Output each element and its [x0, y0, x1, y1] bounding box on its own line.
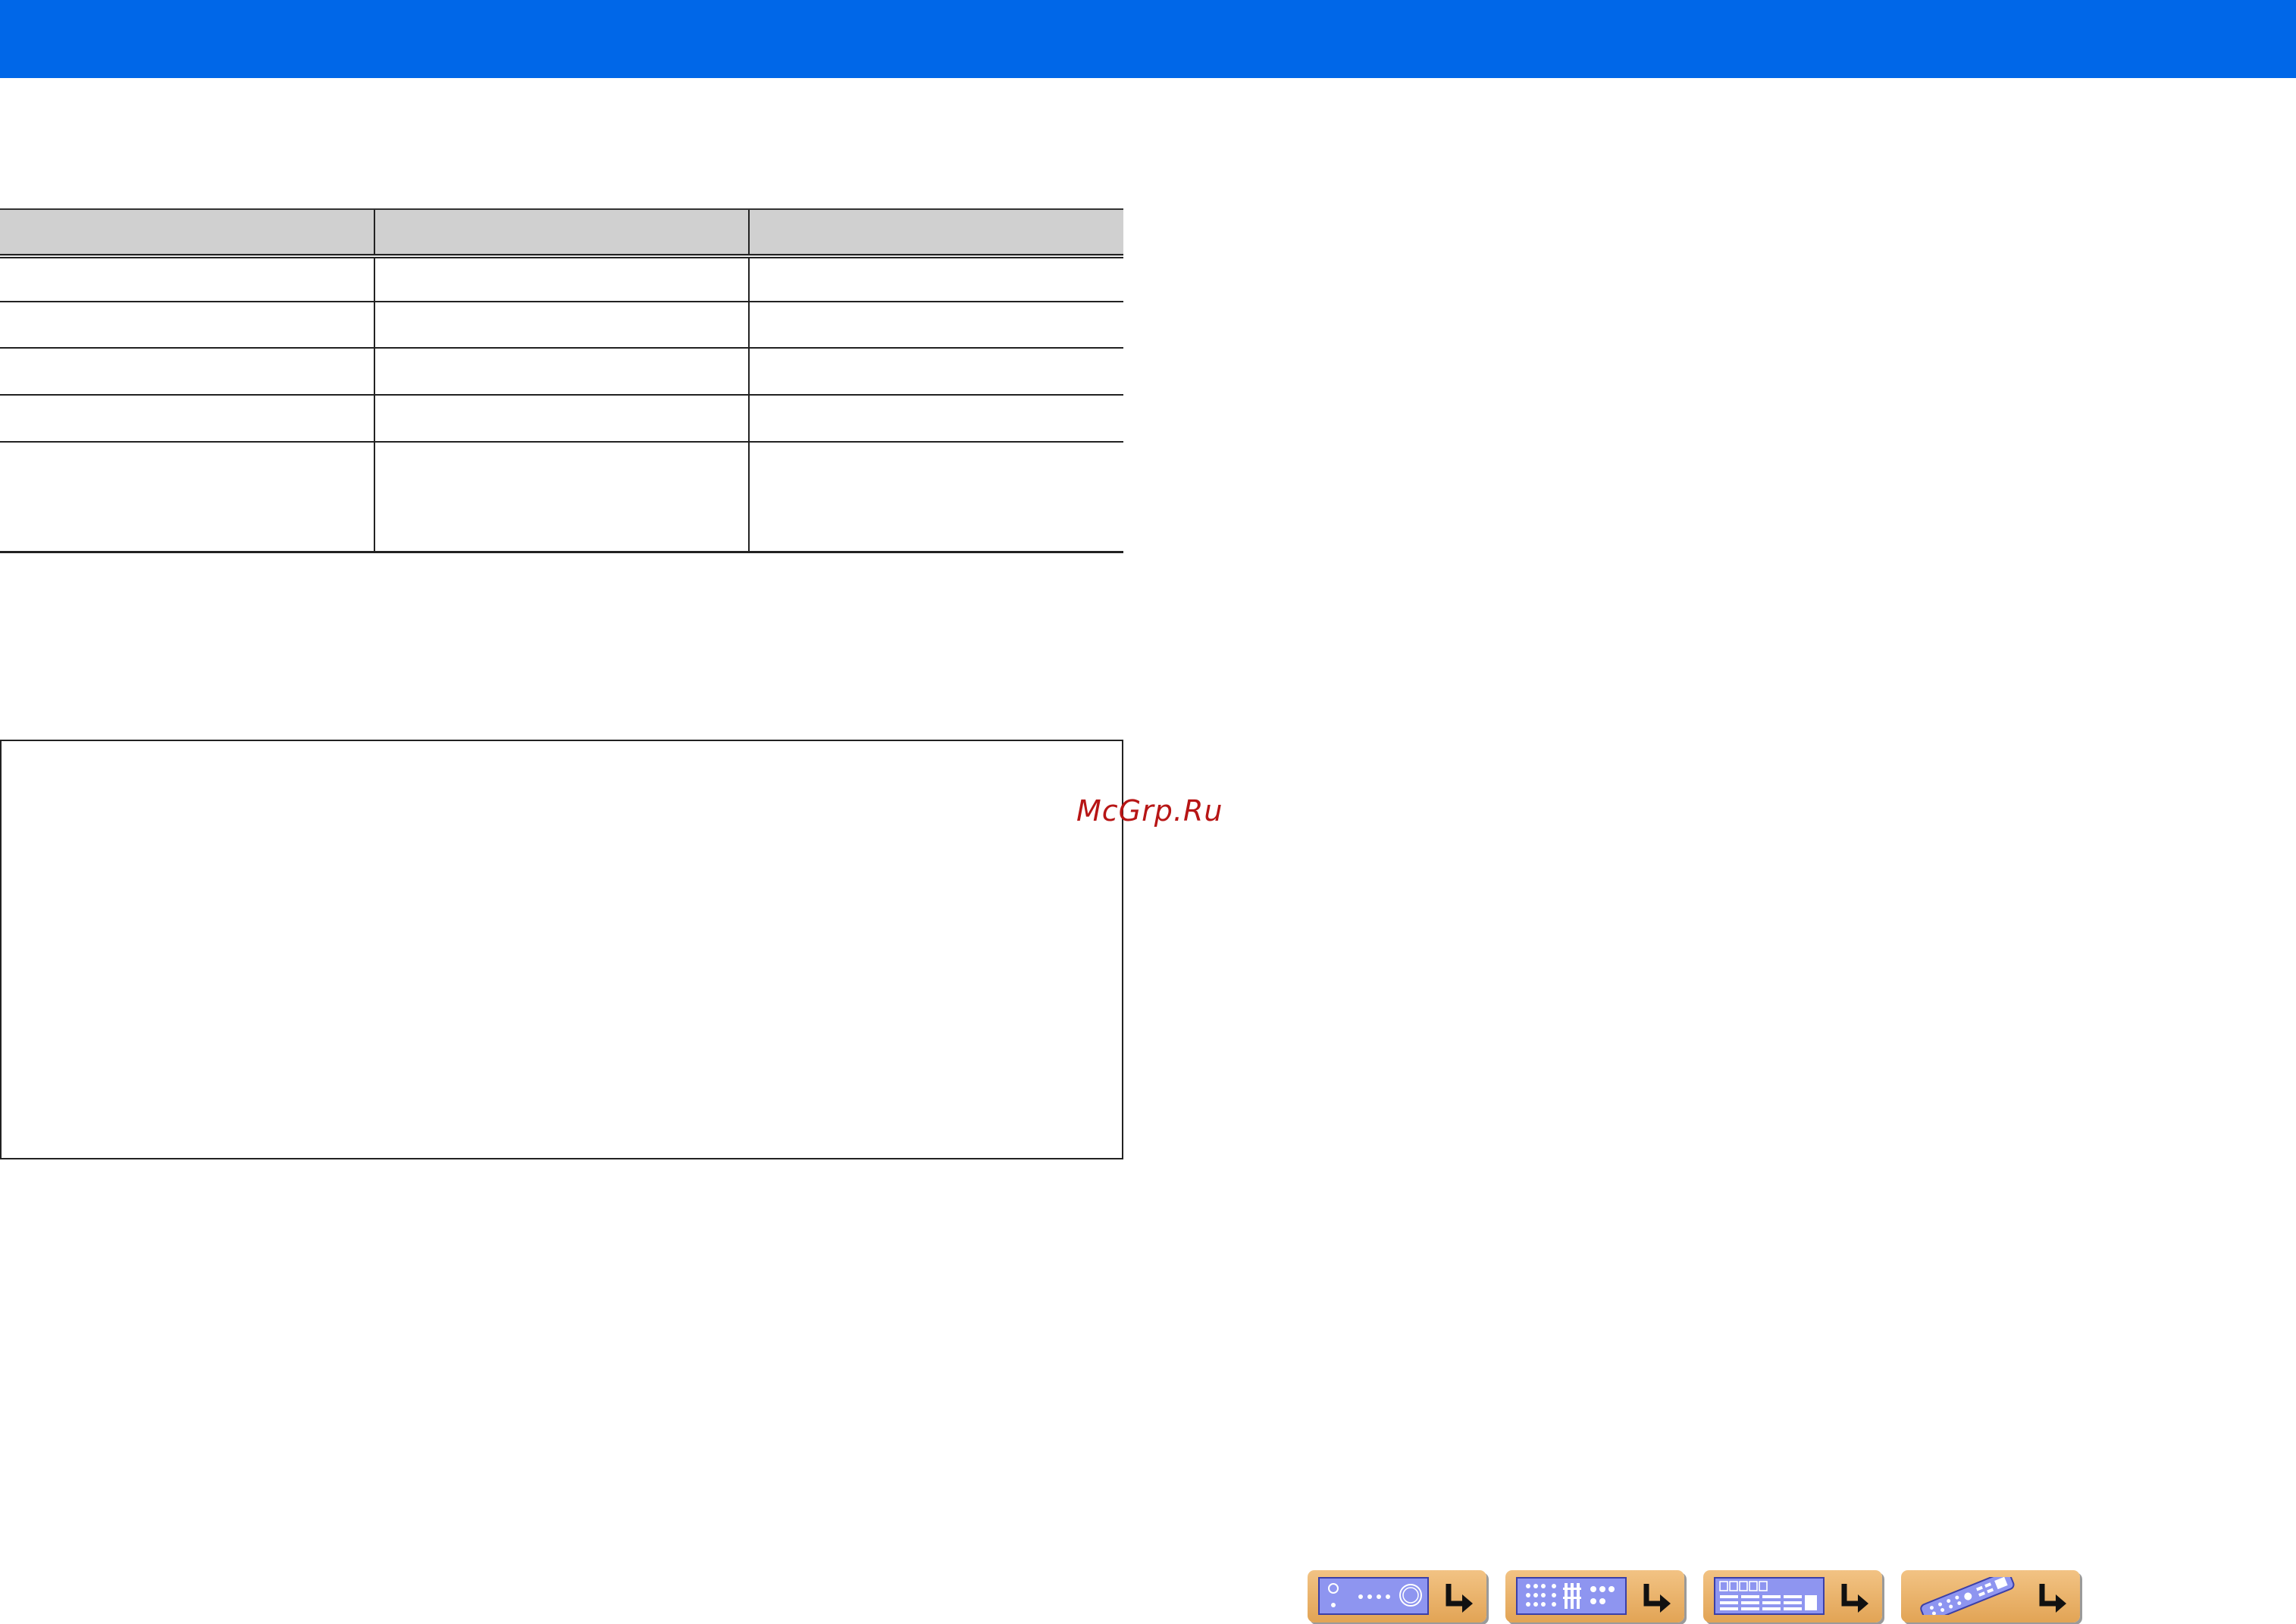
table-cell	[374, 395, 749, 443]
table-cell	[0, 395, 374, 443]
table-header-cell	[374, 208, 749, 258]
table-cell	[0, 348, 374, 396]
table-row	[0, 348, 1123, 396]
table-cell	[748, 302, 1123, 349]
table-cell	[0, 302, 374, 349]
front-display-icon	[1714, 1577, 1825, 1615]
table-header-cell	[748, 208, 1123, 258]
nav-remote-control-button[interactable]	[1901, 1570, 2080, 1622]
table-row	[0, 302, 1123, 349]
nav-front-display-button[interactable]	[1703, 1570, 1882, 1622]
table-header-cell	[0, 208, 374, 258]
table-cell	[374, 256, 749, 302]
spec-table	[0, 208, 1123, 553]
note-box	[0, 740, 1123, 1159]
table-cell	[374, 348, 749, 396]
table-cell	[374, 302, 749, 349]
table-row	[0, 395, 1123, 443]
arrow-icon	[2039, 1584, 2066, 1613]
table-row	[0, 442, 1123, 553]
table-cell	[748, 395, 1123, 443]
table-cell	[748, 442, 1123, 553]
table-cell	[748, 348, 1123, 396]
arrow-icon	[1643, 1584, 1671, 1613]
table-row	[0, 256, 1123, 302]
header-bar	[0, 0, 2296, 78]
rear-panel-icon	[1516, 1577, 1627, 1615]
table-cell	[0, 442, 374, 553]
arrow-icon	[1446, 1584, 1473, 1613]
table-cell	[748, 256, 1123, 302]
arrow-icon	[1841, 1584, 1868, 1613]
table-header-row	[0, 208, 1123, 258]
nav-rear-panel-button[interactable]	[1505, 1570, 1684, 1622]
table-cell	[0, 256, 374, 302]
nav-front-panel-button[interactable]	[1308, 1570, 1486, 1622]
watermark: McGrp.Ru	[1076, 794, 1223, 828]
table-cell	[374, 442, 749, 553]
front-panel-icon	[1318, 1577, 1429, 1615]
remote-control-icon	[1912, 1571, 2022, 1622]
